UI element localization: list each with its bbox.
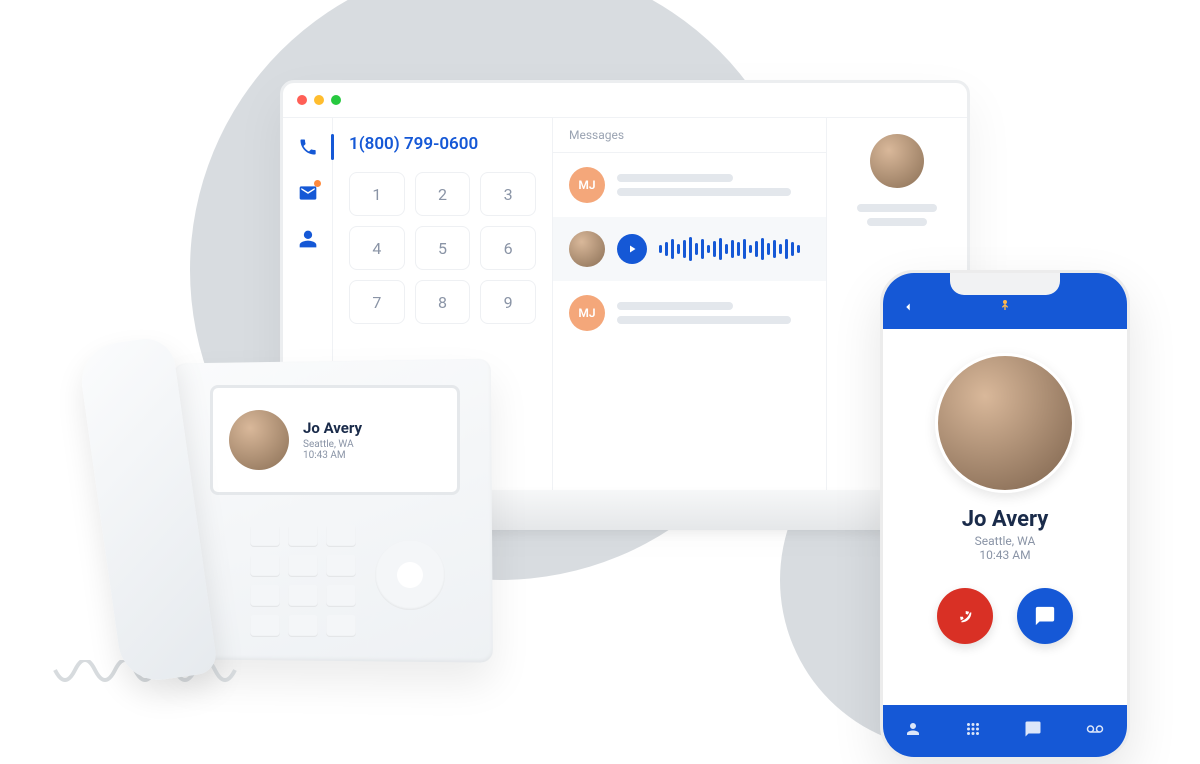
- mobile-device: Jo Avery Seattle, WA 10:43 AM: [880, 270, 1130, 760]
- contacts-tab-icon[interactable]: [297, 228, 319, 250]
- placeholder-line: [857, 204, 937, 212]
- avatar-photo: [569, 231, 605, 267]
- dialpad-nav-icon[interactable]: [964, 720, 982, 742]
- call-actions: [937, 588, 1073, 644]
- contacts-nav-icon[interactable]: [904, 720, 922, 742]
- dialer-key[interactable]: 3: [480, 172, 536, 216]
- dialer-key[interactable]: 6: [480, 226, 536, 270]
- caller-name: Jo Avery: [303, 419, 441, 437]
- call-time: 10:43 AM: [979, 548, 1030, 562]
- mail-tab-icon[interactable]: [297, 182, 319, 204]
- contact-avatar: [870, 134, 924, 188]
- voicemail-nav-icon[interactable]: [1084, 720, 1106, 742]
- message-preview: [617, 174, 810, 196]
- caller-avatar: [229, 410, 289, 470]
- mobile-call-screen: Jo Avery Seattle, WA 10:43 AM: [883, 329, 1127, 668]
- caller-location: Seattle, WA: [975, 534, 1036, 548]
- avatar-initials: MJ: [569, 295, 605, 331]
- message-item[interactable]: MJ: [553, 281, 826, 345]
- phone-key[interactable]: [326, 525, 356, 547]
- phone-key[interactable]: [326, 585, 356, 607]
- phone-key[interactable]: [288, 585, 318, 607]
- message-item[interactable]: MJ: [553, 153, 826, 217]
- deskphone-keypad: [250, 525, 356, 637]
- dialer-key[interactable]: 9: [480, 280, 536, 324]
- minimize-window-icon[interactable]: [314, 95, 324, 105]
- phone-key[interactable]: [250, 585, 280, 607]
- maximize-window-icon[interactable]: [331, 95, 341, 105]
- phone-key[interactable]: [326, 615, 356, 637]
- phone-notch: [950, 273, 1060, 295]
- dialer-keypad: 1 2 3 4 5 6 7 8 9: [349, 172, 536, 324]
- phone-key[interactable]: [288, 555, 318, 577]
- back-icon[interactable]: [901, 298, 915, 319]
- messages-nav-icon[interactable]: [1024, 720, 1042, 742]
- phone-key[interactable]: [250, 555, 280, 577]
- close-window-icon[interactable]: [297, 95, 307, 105]
- voicemail-item[interactable]: [553, 217, 826, 281]
- caller-name: Jo Avery: [962, 507, 1049, 532]
- phone-key[interactable]: [250, 615, 280, 637]
- dialer-key[interactable]: 4: [349, 226, 405, 270]
- avatar-initials: MJ: [569, 167, 605, 203]
- dialer-key[interactable]: 8: [415, 280, 471, 324]
- caller-avatar-large: [935, 353, 1075, 493]
- dialer-key[interactable]: 5: [415, 226, 471, 270]
- app-logo-icon: [997, 298, 1013, 318]
- mobile-bottom-nav: [883, 705, 1127, 757]
- deskphone-device: Jo Avery Seattle, WA 10:43 AM: [40, 340, 500, 720]
- caller-location: Seattle, WA: [303, 439, 441, 450]
- deskphone-nav-pad[interactable]: [375, 540, 445, 610]
- play-button[interactable]: [617, 234, 647, 264]
- dialer-key[interactable]: 2: [415, 172, 471, 216]
- end-call-button[interactable]: [937, 588, 993, 644]
- placeholder-line: [867, 218, 927, 226]
- message-preview: [617, 302, 810, 324]
- phone-tab-icon[interactable]: [297, 136, 319, 158]
- phone-key[interactable]: [326, 555, 356, 577]
- phone-key[interactable]: [288, 615, 318, 637]
- deskphone-screen: Jo Avery Seattle, WA 10:43 AM: [210, 385, 460, 495]
- messages-panel: Messages MJ MJ: [553, 118, 827, 497]
- phone-key[interactable]: [250, 525, 280, 547]
- dialer-key[interactable]: 7: [349, 280, 405, 324]
- message-button[interactable]: [1017, 588, 1073, 644]
- messages-header: Messages: [553, 118, 826, 153]
- waveform[interactable]: [659, 237, 810, 261]
- dialer-number-display: 1(800) 799-0600: [349, 134, 536, 154]
- phone-key[interactable]: [288, 525, 318, 547]
- window-traffic-lights: [283, 83, 967, 117]
- call-time: 10:43 AM: [303, 450, 441, 461]
- dialer-key[interactable]: 1: [349, 172, 405, 216]
- notification-dot: [314, 180, 321, 187]
